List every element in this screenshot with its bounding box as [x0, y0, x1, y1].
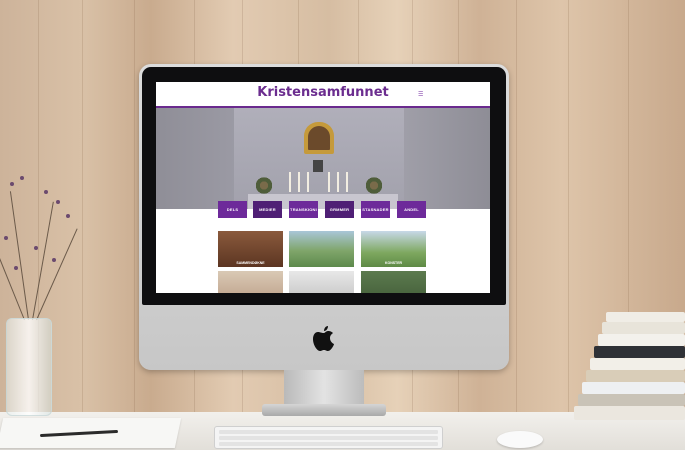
nav-button-stasnader[interactable]: STASNADER — [361, 201, 390, 218]
altar-flowers — [366, 177, 382, 194]
keyboard-key-row — [219, 442, 438, 446]
keyboard-key-row — [219, 436, 438, 440]
nav-button-medier[interactable]: MEDIER — [253, 201, 282, 218]
keyboard — [214, 426, 443, 449]
nav-button-grmmer[interactable]: GRMMER — [325, 201, 354, 218]
candle — [307, 172, 309, 192]
book — [578, 394, 685, 406]
hero-image — [156, 108, 490, 209]
flower-bud — [4, 236, 8, 240]
flower-bud — [56, 200, 60, 204]
candle — [289, 172, 291, 192]
content-tile[interactable] — [289, 231, 354, 267]
religious-icon-painting — [304, 122, 334, 154]
flower-bud — [10, 182, 14, 186]
book — [594, 346, 685, 358]
keyboard-key-row — [219, 430, 438, 434]
tile-caption: KONSTER — [384, 261, 403, 265]
nav-button-andel[interactable]: ANDEL — [397, 201, 426, 218]
flower-bud — [14, 266, 18, 270]
content-tile[interactable]: SAMMENDØKNE — [218, 231, 283, 267]
site-logo[interactable]: Kristensamfunnet — [156, 85, 490, 100]
book — [574, 406, 685, 420]
glass-vase — [6, 318, 52, 416]
content-tile[interactable] — [218, 271, 283, 293]
book — [586, 370, 685, 382]
wall-plank — [516, 0, 569, 415]
book — [598, 334, 685, 346]
flower-bud — [20, 176, 24, 180]
wall-plank — [82, 0, 135, 415]
flower-bud — [34, 246, 38, 250]
nav-buttons: DELS MEDIER TRANSKIONI GRMMER STASNADER … — [218, 201, 458, 219]
content-tile[interactable]: KONSTER — [361, 231, 426, 267]
apple-logo-icon — [313, 326, 334, 351]
book — [590, 358, 685, 370]
flower-bud — [66, 214, 70, 218]
cross-icon — [313, 160, 323, 172]
nav-button-dels[interactable]: DELS — [218, 201, 247, 218]
candle — [337, 172, 339, 192]
content-tile[interactable] — [289, 271, 354, 293]
altar-flowers — [256, 177, 272, 194]
candle — [298, 172, 300, 192]
content-tile[interactable] — [361, 271, 426, 293]
tile-caption: SAMMENDØKNE — [236, 261, 265, 265]
book — [606, 312, 685, 322]
book — [582, 382, 685, 394]
mouse — [497, 431, 543, 448]
imac-stand-foot — [262, 404, 386, 416]
candle — [328, 172, 330, 192]
flower-bud — [44, 190, 48, 194]
nav-button-transkioni[interactable]: TRANSKIONI — [289, 201, 318, 218]
screen: Kristensamfunnet ☰ DELS MEDIER TRANSKION… — [156, 82, 490, 293]
flower-bud — [52, 258, 56, 262]
hamburger-icon[interactable]: ☰ — [418, 91, 423, 98]
book — [602, 322, 685, 334]
candle — [346, 172, 348, 192]
site-header: Kristensamfunnet ☰ — [156, 82, 490, 108]
